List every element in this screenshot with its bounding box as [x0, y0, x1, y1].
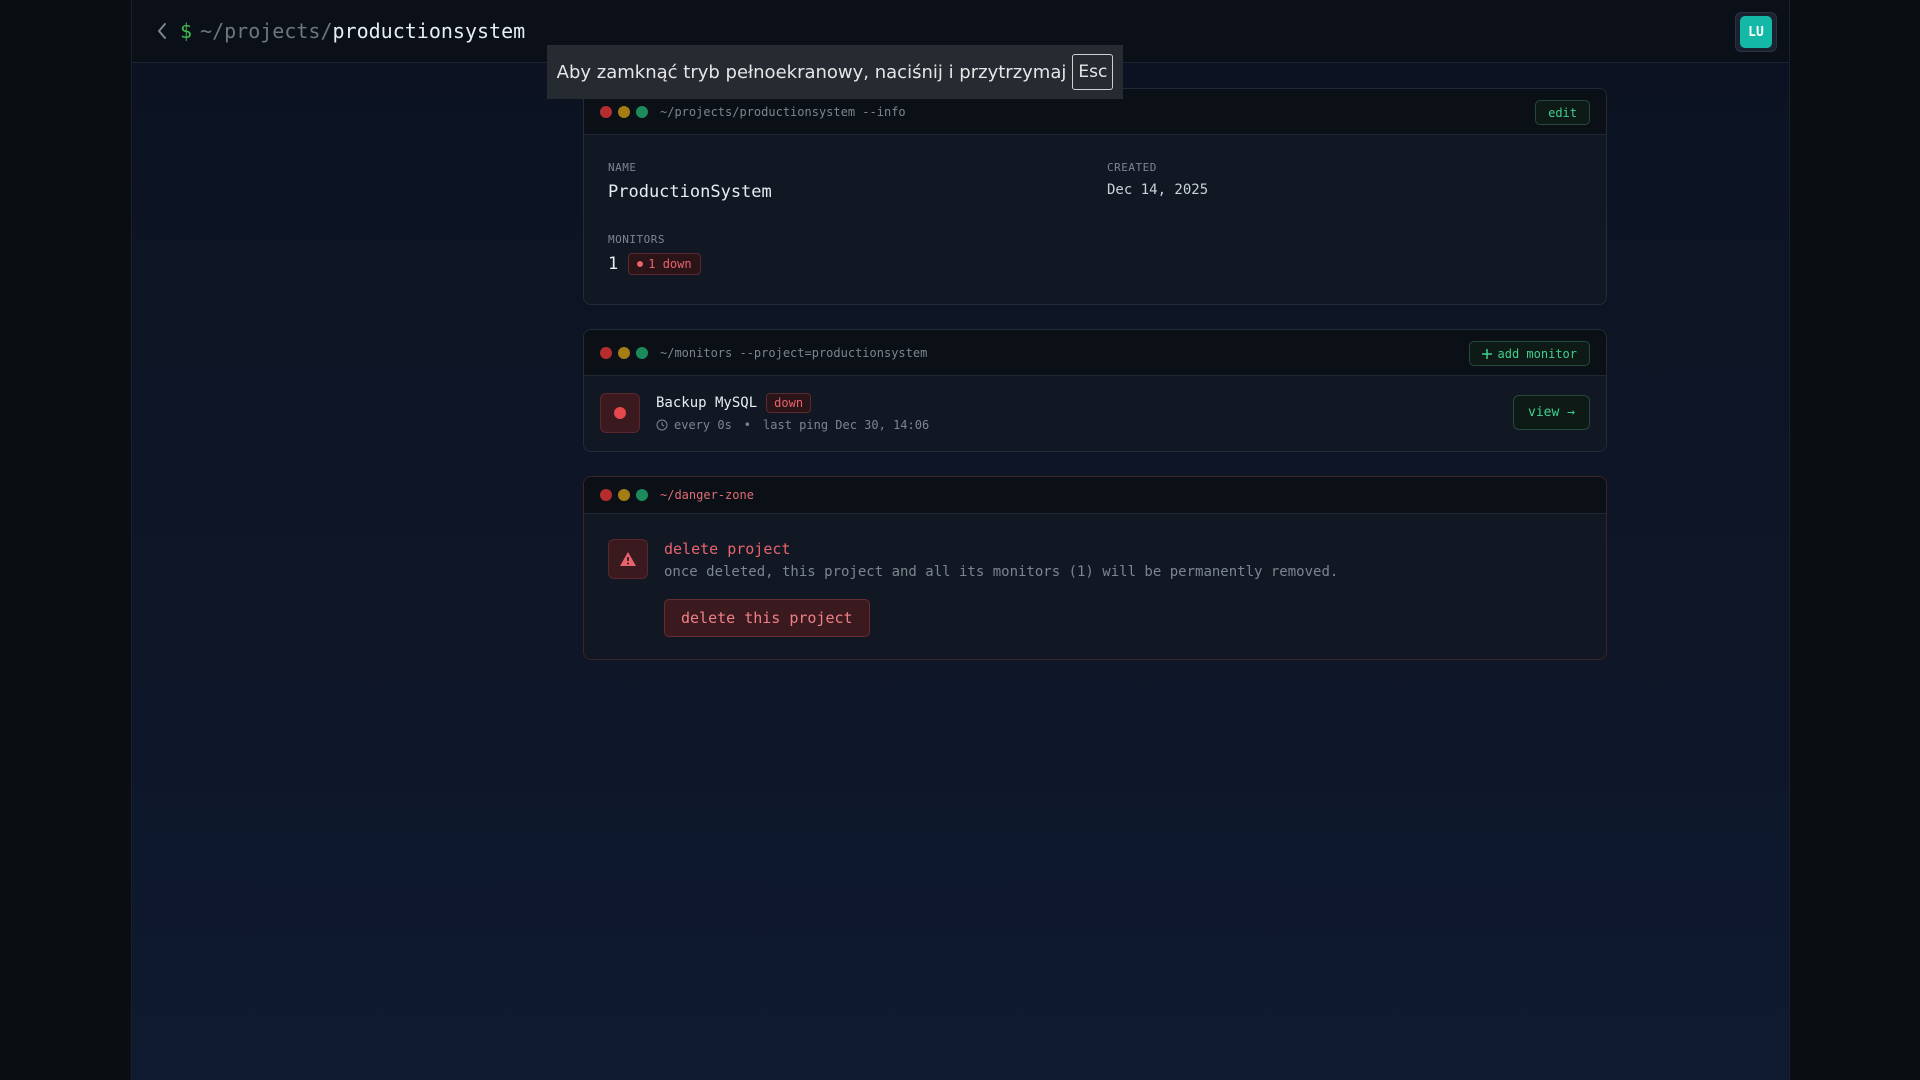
edit-button[interactable]: edit: [1535, 100, 1590, 125]
danger-description: once deleted, this project and all its m…: [664, 564, 1339, 580]
red-dot-icon: [600, 105, 612, 118]
breadcrumb: $ ~/projects/productionsystem: [180, 18, 525, 44]
red-dot-icon: [600, 346, 612, 359]
status-dot-icon: [637, 261, 644, 267]
name-value: ProductionSystem: [608, 182, 772, 202]
yellow-dot-icon: [618, 489, 630, 501]
list-item[interactable]: Backup MySQL down every 0s • last ping D…: [584, 376, 1606, 451]
status-badge: 1 down: [628, 253, 701, 275]
status-badge-label: 1 down: [648, 257, 692, 271]
green-dot-icon: [636, 105, 648, 118]
danger-heading: delete project: [664, 540, 791, 558]
monitor-name-row: Backup MySQL down: [656, 393, 812, 413]
avatar-initials: LU: [1740, 16, 1772, 48]
created-label: CREATED: [1107, 161, 1157, 174]
created-field: CREATED Dec 14, 2025: [1107, 161, 1208, 198]
fullscreen-toast: Aby zamknąć tryb pełnoekranowy, naciśnij…: [547, 45, 1123, 99]
card-title: ~/projects/productionsystem --info: [660, 104, 906, 119]
status-badge: down: [766, 393, 812, 413]
green-dot-icon: [636, 346, 648, 359]
status-indicator-icon: [600, 393, 640, 433]
card-title: ~/monitors --project=productionsystem: [660, 345, 928, 360]
breadcrumb-path[interactable]: ~/projects/: [200, 19, 332, 43]
prompt-symbol: $: [180, 19, 193, 43]
monitors-field: MONITORS 1 1 down: [608, 233, 701, 275]
clock-icon: [656, 419, 668, 431]
add-monitor-label: add monitor: [1497, 346, 1577, 361]
app-window: $ ~/projects/productionsystem LU ~/projec…: [131, 0, 1790, 1080]
esc-key-hint: Esc: [1072, 54, 1114, 90]
add-monitor-button[interactable]: add monitor: [1468, 341, 1590, 366]
toast-message: Aby zamknąć tryb pełnoekranowy, naciśnij…: [556, 61, 1067, 83]
name-field: NAME ProductionSystem: [608, 161, 772, 202]
monitors-summary: 1 1 down: [608, 253, 701, 275]
monitor-name: Backup MySQL: [656, 395, 758, 411]
monitor-meta: every 0s • last ping Dec 30, 14:06: [656, 418, 929, 432]
monitors-label: MONITORS: [608, 233, 665, 246]
created-value: Dec 14, 2025: [1107, 182, 1209, 198]
monitor-last-ping: last ping Dec 30, 14:06: [763, 418, 930, 432]
name-label: NAME: [608, 161, 637, 174]
monitors-count: 1: [608, 254, 619, 274]
window-dots: [600, 489, 648, 501]
delete-project-button[interactable]: delete this project: [664, 599, 870, 637]
plus-icon: [1481, 348, 1492, 359]
green-dot-icon: [636, 489, 648, 501]
card-header: ~/danger-zone: [584, 477, 1606, 514]
chevron-left-icon[interactable]: [152, 20, 172, 42]
window-dots: [600, 346, 648, 359]
red-dot-icon: [600, 489, 612, 501]
danger-zone-card: ~/danger-zone delete project once delete…: [583, 476, 1607, 660]
monitors-card: ~/monitors --project=productionsystem ad…: [583, 329, 1607, 452]
monitor-interval: every 0s: [674, 418, 732, 432]
meta-separator: •: [743, 418, 752, 432]
warning-triangle-icon: [608, 539, 648, 579]
yellow-dot-icon: [618, 105, 630, 118]
view-monitor-button[interactable]: view →: [1513, 395, 1590, 430]
card-header: ~/monitors --project=productionsystem ad…: [584, 330, 1606, 376]
yellow-dot-icon: [618, 346, 630, 359]
project-info-card: ~/projects/productionsystem --info edit …: [583, 88, 1607, 305]
page-title: productionsystem: [332, 19, 526, 43]
card-title: ~/danger-zone: [660, 488, 754, 502]
avatar[interactable]: LU: [1735, 12, 1777, 52]
window-dots: [600, 105, 648, 118]
